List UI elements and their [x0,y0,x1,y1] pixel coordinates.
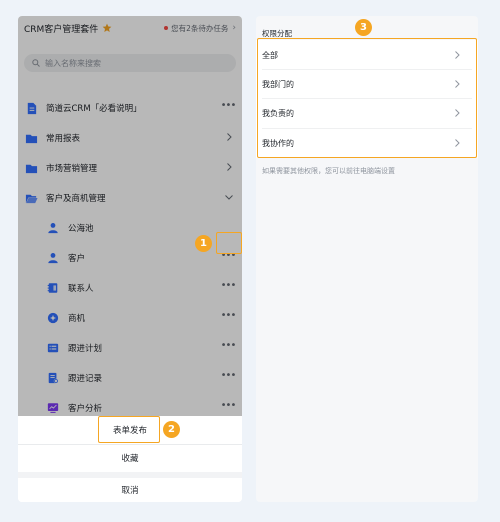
modal-overlay[interactable] [18,16,242,416]
highlight-publish-button [98,416,160,443]
permission-note: 如果需要其他权限，您可以前往电脑端设置 [262,167,395,175]
callout-badge-3: 3 [355,19,372,36]
cancel-button[interactable]: 取消 [18,478,242,502]
highlight-more-button [216,232,242,254]
cancel-label: 取消 [121,486,139,496]
highlight-permission-list [257,38,477,158]
callout-badge-2: 2 [163,421,180,438]
callout-badge-1: 1 [195,235,212,252]
favorite-label: 收藏 [121,454,139,464]
favorite-button[interactable]: 收藏 [18,444,242,472]
